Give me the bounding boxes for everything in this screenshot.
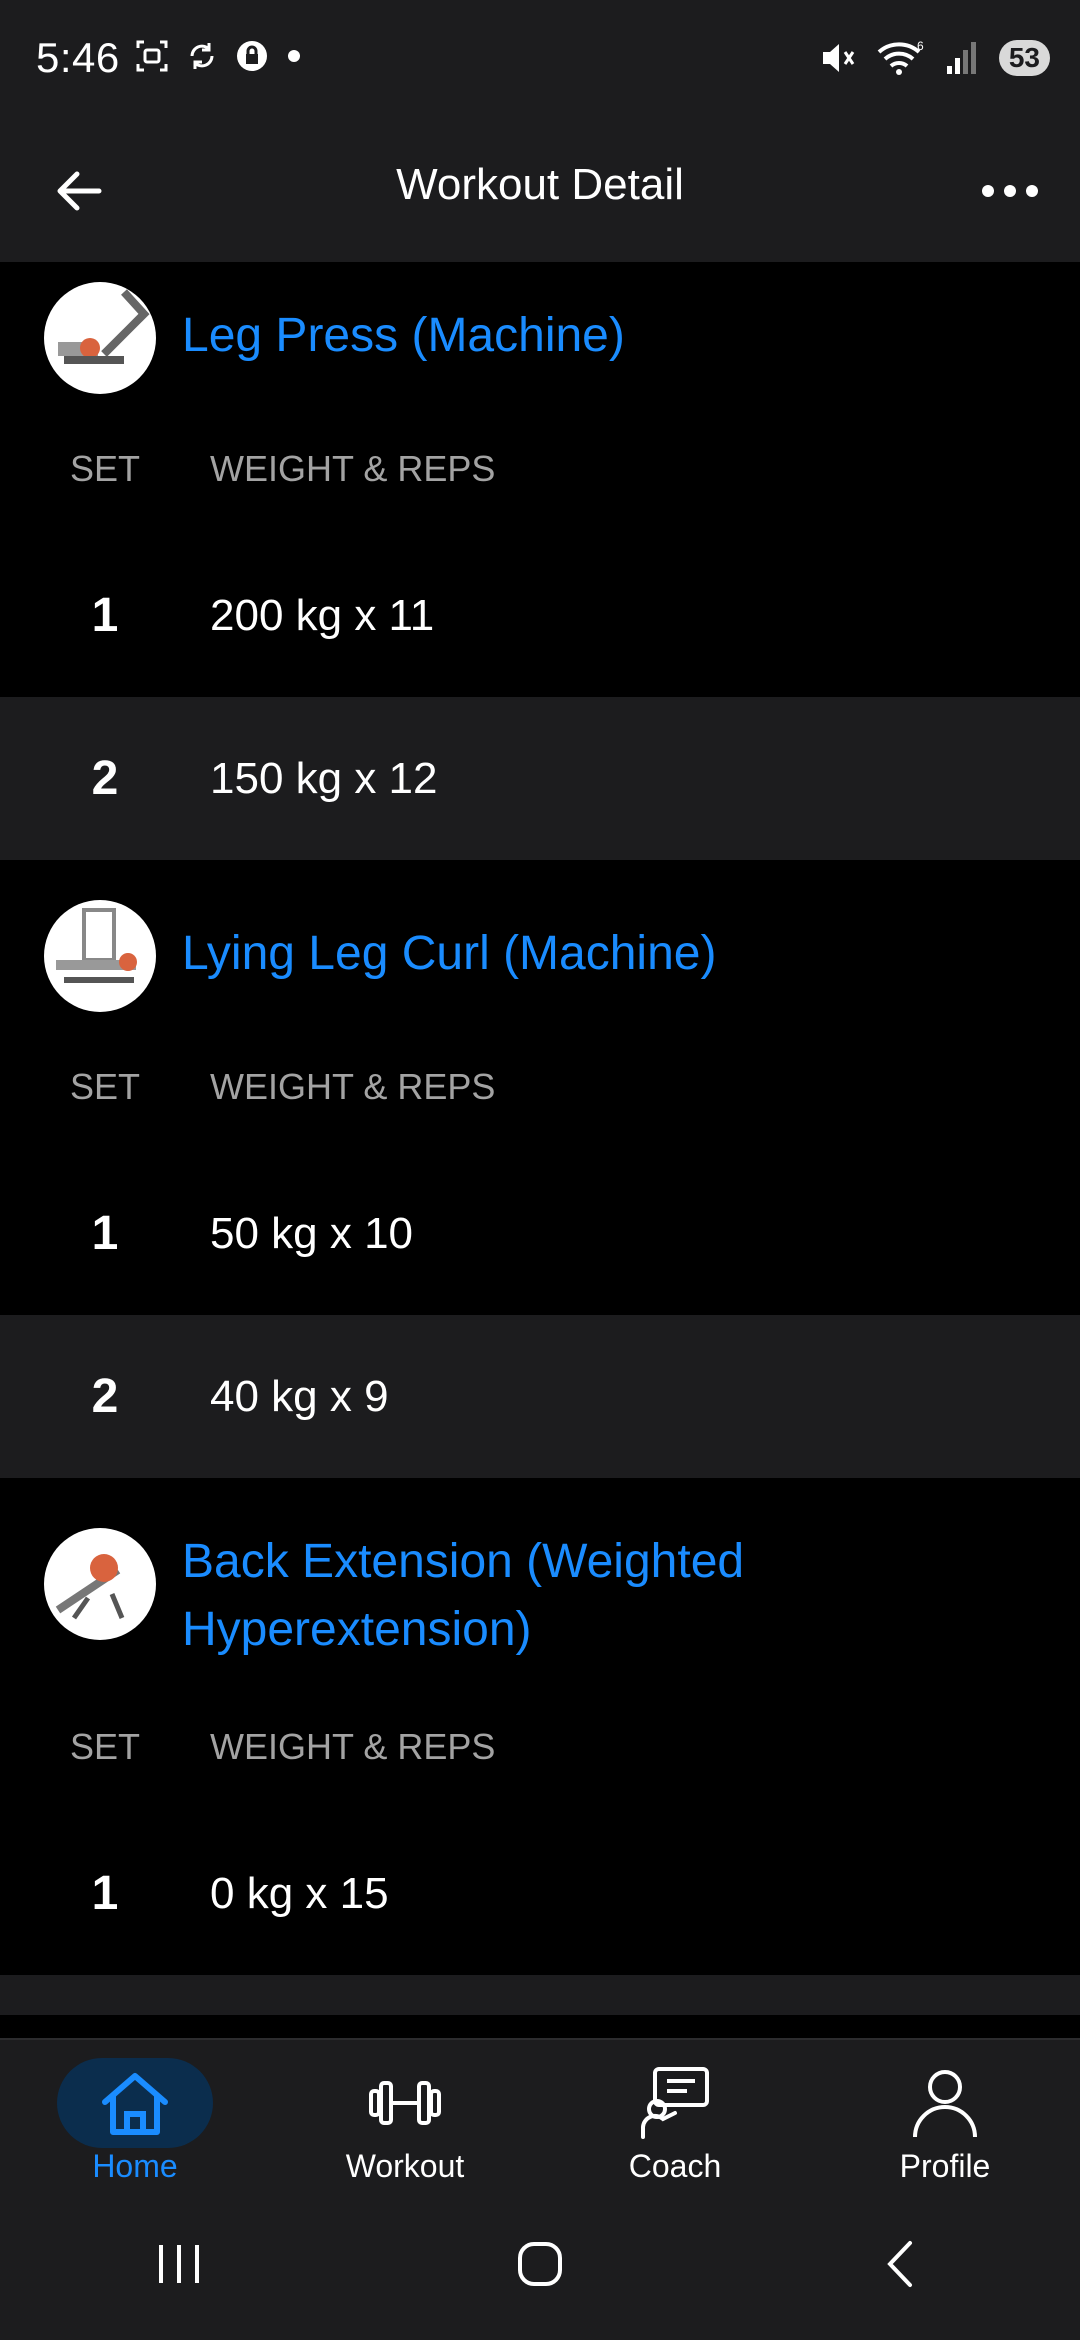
exercise-header[interactable]: Lying Leg Curl (Machine) (0, 890, 1080, 1012)
person-icon (913, 2070, 977, 2138)
app-bar: Workout Detail (0, 120, 1080, 262)
vpn-icon (237, 41, 267, 71)
back-system-button[interactable] (840, 2224, 960, 2304)
mute-icon (822, 44, 855, 72)
status-icons-right: 6 53 (817, 38, 1050, 78)
nav-item-home[interactable]: Home (0, 2040, 270, 2190)
sync-icon (190, 43, 214, 69)
nav-label: Workout (345, 2148, 465, 2184)
set-row: 1 0 kg x 15 (0, 1812, 1080, 1975)
exercise-card: Lying Leg Curl (Machine) SET WEIGHT & RE… (0, 890, 1080, 1478)
page-title: Workout Detail (396, 160, 684, 209)
set-weight-reps: 0 kg x 15 (210, 1868, 389, 1918)
status-bar: 5:46 6 53 (0, 0, 1080, 120)
nav-icon-container (57, 2058, 213, 2148)
set-number: 1 (91, 589, 119, 642)
set-number: 2 (91, 1370, 119, 1423)
weight-reps-column-label: WEIGHT & REPS (210, 1066, 496, 1107)
set-column-label: SET (69, 1726, 140, 1767)
set-number: 1 (91, 1867, 119, 1920)
leg-press-illustration-icon (58, 289, 150, 364)
set-weight-reps: 50 kg x 10 (210, 1208, 414, 1258)
nav-label: Profile (899, 2148, 991, 2184)
exercise-header[interactable]: Leg Press (Machine) (0, 272, 1080, 394)
exercise-thumbnail (44, 1528, 156, 1640)
battery-indicator: 53 (998, 40, 1050, 76)
system-navigation-bar (0, 2188, 1080, 2340)
workout-content[interactable]: Leg Press (Machine) SET WEIGHT & REPS 1 … (0, 262, 1080, 2038)
wifi-badge: 6 (917, 39, 924, 53)
recent-apps-icon (159, 2245, 199, 2283)
set-number: 2 (91, 752, 119, 805)
home-system-button[interactable] (480, 2224, 600, 2304)
exercise-thumbnail (44, 900, 156, 1012)
nav-label: Home (92, 2148, 178, 2184)
back-button[interactable] (44, 156, 114, 226)
set-row: 1 50 kg x 10 (0, 1152, 1080, 1315)
set-weight-reps: 200 kg x 11 (210, 590, 435, 640)
leg-curl-illustration-icon (56, 908, 137, 983)
sets-column-header: SET WEIGHT & REPS (0, 404, 1080, 534)
weight-reps-column-label: WEIGHT & REPS (210, 1726, 496, 1767)
nav-icon-container (867, 2058, 1023, 2148)
recent-apps-button[interactable] (120, 2224, 240, 2304)
set-column-label: SET (69, 1066, 140, 1107)
more-horizontal-icon (982, 185, 1038, 197)
coach-icon (641, 2067, 709, 2139)
chevron-left-icon (887, 2241, 912, 2287)
dot-icon (288, 50, 300, 62)
nav-item-workout[interactable]: Workout (270, 2040, 540, 2190)
nav-icon-container (597, 2058, 753, 2148)
battery-level: 53 (1008, 42, 1040, 73)
set-row: 2 40 kg x 9 (0, 1315, 1080, 1478)
dumbbell-icon (369, 2081, 441, 2125)
nav-icon-container (327, 2058, 483, 2148)
exercise-name[interactable]: Leg Press (Machine) (182, 282, 822, 370)
exercise-name[interactable]: Back Extension (Weighted Hyperextension) (182, 1528, 822, 1664)
exercise-name[interactable]: Lying Leg Curl (Machine) (182, 900, 822, 988)
signal-icon (946, 42, 976, 74)
set-weight-reps: 150 kg x 12 (210, 753, 438, 803)
set-row: 1 200 kg x 11 (0, 534, 1080, 697)
more-options-button[interactable] (970, 156, 1050, 226)
set-number: 1 (91, 1207, 119, 1260)
screenshot-icon (136, 40, 168, 72)
nav-item-coach[interactable]: Coach (540, 2040, 810, 2190)
home-circle-icon (518, 2242, 562, 2286)
home-icon (102, 2073, 168, 2135)
exercise-card: Leg Press (Machine) SET WEIGHT & REPS 1 … (0, 272, 1080, 860)
wifi-icon: 6 (877, 39, 924, 75)
exercise-header[interactable]: Back Extension (Weighted Hyperextension) (0, 1518, 1080, 1664)
exercise-card: Back Extension (Weighted Hyperextension)… (0, 1518, 1080, 2015)
arrow-left-icon (57, 171, 102, 211)
sets-column-header: SET WEIGHT & REPS (0, 1022, 1080, 1152)
set-column-label: SET (69, 448, 140, 489)
weight-reps-column-label: WEIGHT & REPS (210, 448, 496, 489)
exercise-thumbnail (44, 282, 156, 394)
status-time: 5:46 (36, 34, 120, 81)
set-weight-reps: 40 kg x 9 (210, 1371, 389, 1421)
nav-item-profile[interactable]: Profile (810, 2040, 1080, 2190)
status-icons-left (134, 38, 304, 74)
bottom-navigation: Home Workout Coach Profile (0, 2038, 1080, 2190)
set-row (0, 1975, 1080, 2015)
back-extension-illustration-icon (55, 1554, 125, 1620)
nav-label: Coach (628, 2148, 722, 2184)
sets-column-header: SET WEIGHT & REPS (0, 1682, 1080, 1812)
set-row: 2 150 kg x 12 (0, 697, 1080, 860)
